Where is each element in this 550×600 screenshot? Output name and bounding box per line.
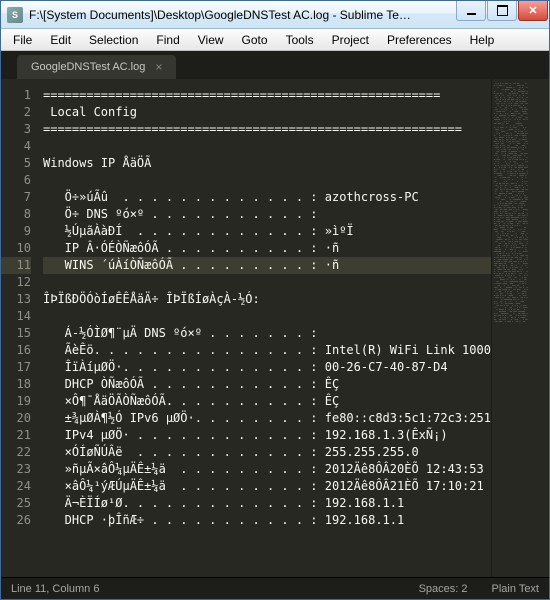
menu-selection[interactable]: Selection — [81, 31, 146, 49]
status-syntax[interactable]: Plain Text — [492, 583, 540, 595]
menu-goto[interactable]: Goto — [234, 31, 276, 49]
status-bar: Line 11, Column 6 Spaces: 2 Plain Text — [1, 577, 549, 599]
maximize-button[interactable] — [487, 1, 517, 21]
code-content[interactable]: ========================================… — [39, 79, 491, 577]
status-position[interactable]: Line 11, Column 6 — [11, 583, 99, 595]
menu-project[interactable]: Project — [324, 31, 377, 49]
menu-edit[interactable]: Edit — [42, 31, 79, 49]
menu-find[interactable]: Find — [148, 31, 187, 49]
editor-area: GoogleDNSTest AC.log × 12345678910111213… — [1, 51, 549, 599]
title-bar: S F:\[System Documents]\Desktop\GoogleDN… — [1, 1, 549, 29]
close-button[interactable]: ✕ — [518, 1, 548, 21]
window-controls: ✕ — [455, 1, 549, 28]
menu-bar: File Edit Selection Find View Goto Tools… — [1, 29, 549, 51]
line-number-gutter: 1234567891011121314151617181920212223242… — [1, 79, 39, 577]
tab-label: GoogleDNSTest AC.log — [31, 61, 145, 73]
tab-bar: GoogleDNSTest AC.log × — [1, 51, 549, 79]
minimap[interactable]: = = = = === = == == = = = === = = === ==… — [491, 79, 549, 577]
close-tab-icon[interactable]: × — [155, 60, 162, 74]
tab-active[interactable]: GoogleDNSTest AC.log × — [17, 55, 176, 79]
minimize-button[interactable] — [456, 1, 486, 21]
app-icon: S — [7, 7, 23, 23]
menu-help[interactable]: Help — [462, 31, 503, 49]
menu-tools[interactable]: Tools — [278, 31, 322, 49]
status-spaces[interactable]: Spaces: 2 — [419, 583, 468, 595]
window-title: F:\[System Documents]\Desktop\GoogleDNST… — [29, 8, 455, 22]
menu-view[interactable]: View — [190, 31, 232, 49]
menu-preferences[interactable]: Preferences — [379, 31, 460, 49]
menu-file[interactable]: File — [5, 31, 40, 49]
